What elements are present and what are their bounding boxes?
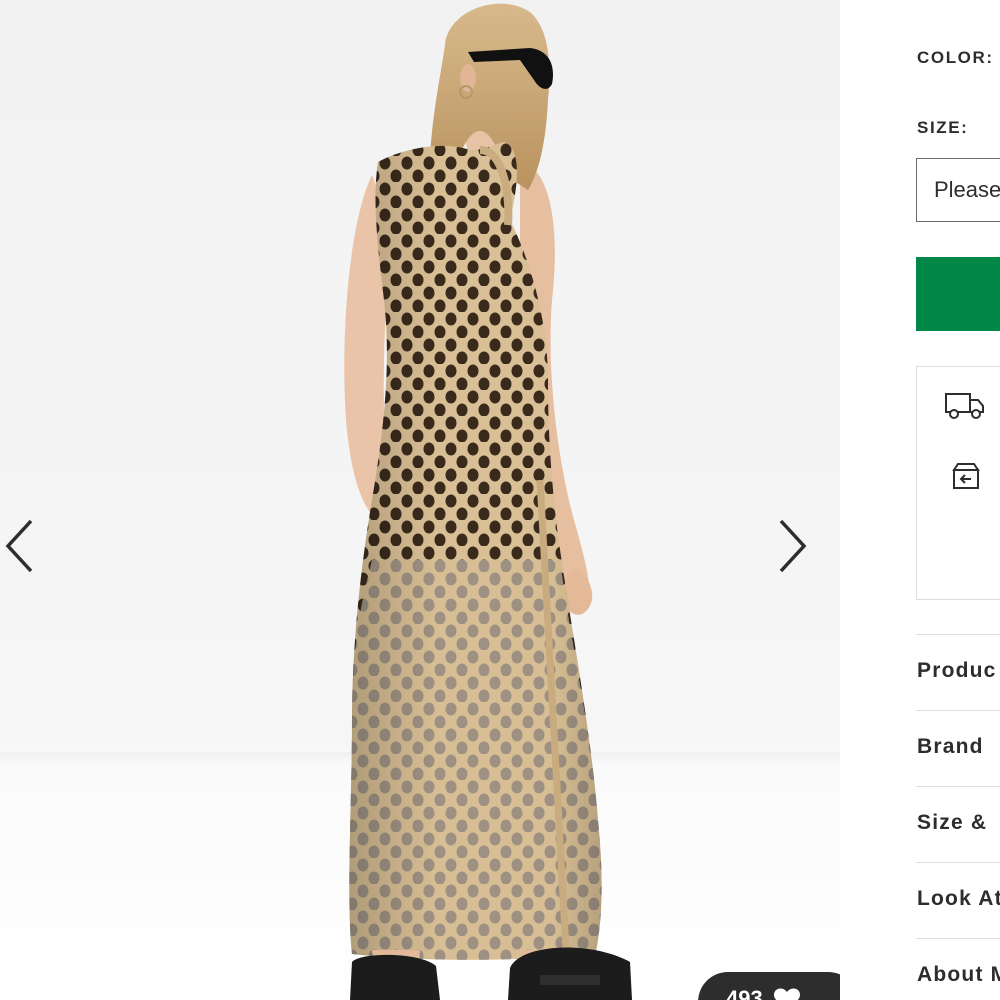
product-details-panel: COLOR: SIZE: Please Produc Brand Size & … bbox=[840, 0, 1000, 1000]
accordion-about-me[interactable]: About M bbox=[916, 938, 1000, 1000]
like-count-button[interactable]: 493 bbox=[698, 972, 840, 1000]
accordion-label: Brand bbox=[917, 735, 984, 758]
size-select[interactable]: Please bbox=[916, 158, 1000, 222]
chevron-right-icon bbox=[779, 519, 807, 573]
accordion-product-details[interactable]: Produc bbox=[916, 634, 1000, 710]
next-image-button[interactable] bbox=[772, 516, 812, 576]
accordion-look-after-me[interactable]: Look At bbox=[916, 862, 1000, 938]
accordion-label: Look At bbox=[917, 887, 1000, 910]
accordion-brand[interactable]: Brand bbox=[916, 710, 1000, 786]
delivery-returns-box bbox=[916, 366, 1000, 600]
color-label: COLOR: bbox=[917, 48, 994, 67]
size-label: SIZE: bbox=[917, 118, 969, 137]
like-count: 493 bbox=[726, 986, 763, 1000]
accordion-label: About M bbox=[917, 963, 1000, 986]
previous-image-button[interactable] bbox=[0, 516, 40, 576]
accordion-size-fit[interactable]: Size & bbox=[916, 786, 1000, 862]
accordion-label: Produc bbox=[917, 659, 997, 682]
add-to-bag-button[interactable] bbox=[916, 257, 1000, 331]
accordion-label: Size & bbox=[917, 811, 988, 834]
size-select-placeholder: Please bbox=[934, 177, 1000, 202]
return-box-icon bbox=[952, 463, 980, 489]
product-gallery: 493 bbox=[0, 0, 840, 1000]
chevron-left-icon bbox=[5, 519, 33, 573]
truck-icon bbox=[945, 393, 984, 419]
product-image[interactable] bbox=[0, 0, 840, 1000]
heart-icon bbox=[773, 988, 800, 1000]
